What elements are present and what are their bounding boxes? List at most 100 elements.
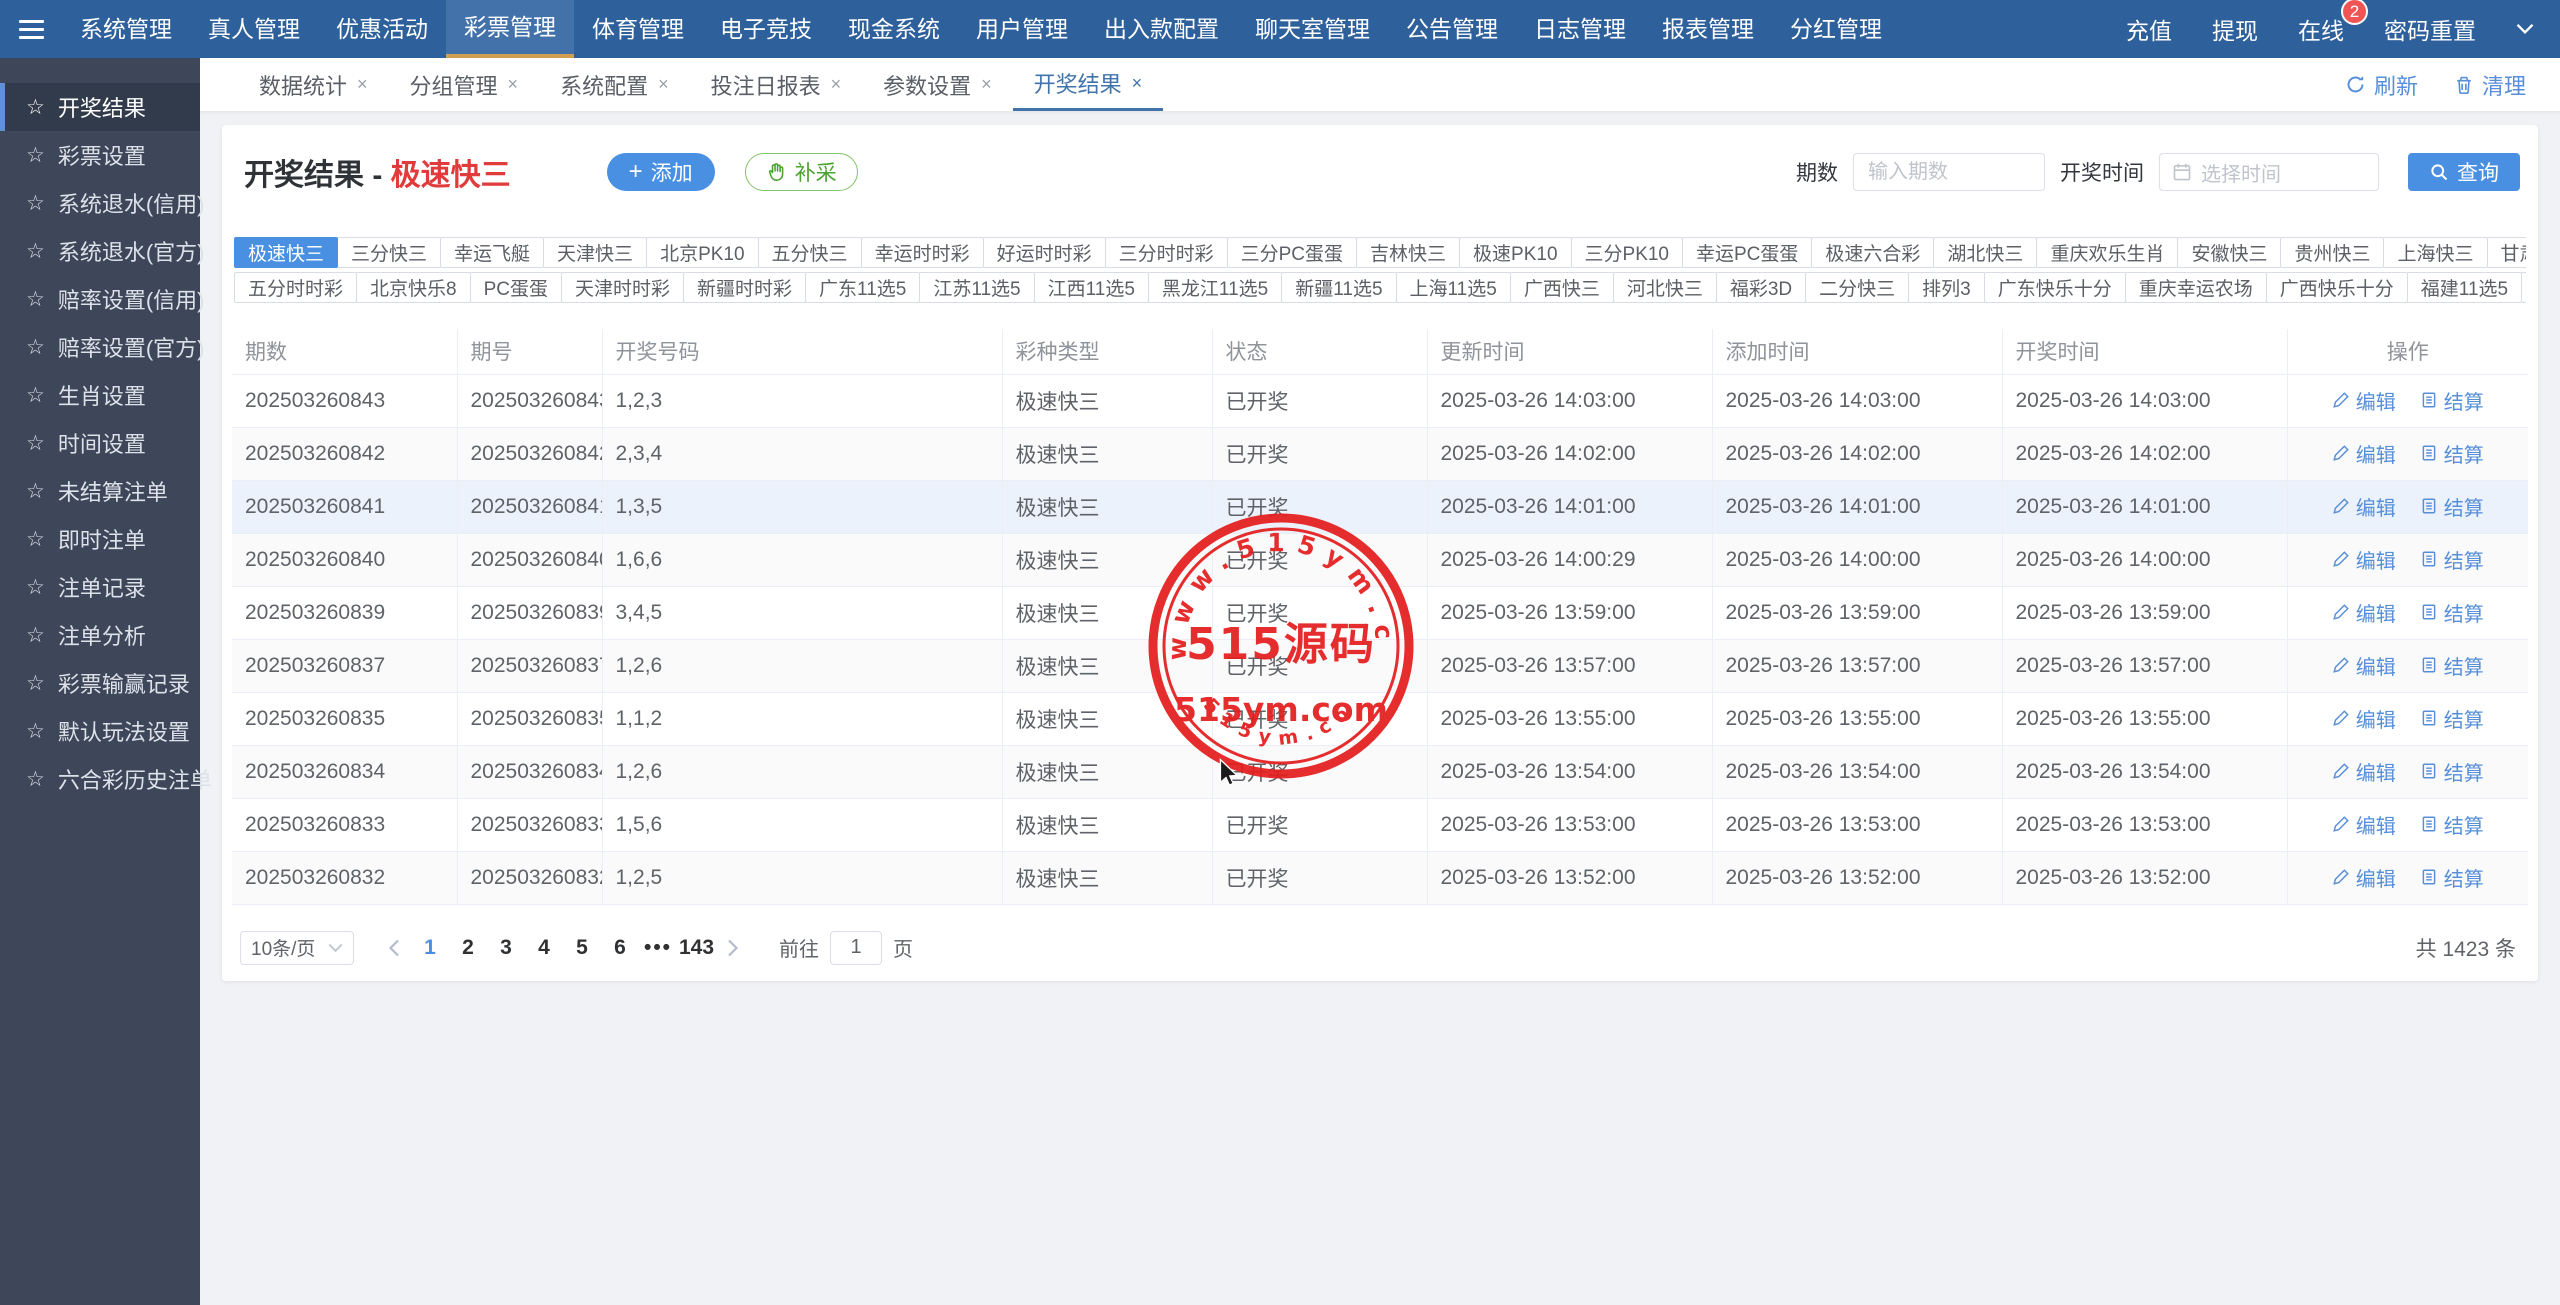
chevron-down-icon[interactable] [2516,23,2534,35]
lottery-type-2-11[interactable]: 广西快三 [1509,272,1614,303]
lottery-type-2-9[interactable]: 新疆11选5 [1281,272,1397,303]
tab-5[interactable]: 开奖结果 × [1012,58,1164,111]
page-number-2[interactable]: 2 [451,936,485,960]
sidebar-item-9[interactable]: ☆ 即时注单 [0,515,200,563]
edit-button[interactable]: 编辑 [2332,545,2396,574]
settle-button[interactable]: 结算 [2420,439,2484,468]
topnav-item-7[interactable]: 用户管理 [958,0,1086,58]
lottery-type-1-15[interactable]: 湖北快三 [1933,237,2038,268]
period-input[interactable] [1853,153,2045,191]
lottery-type-2-20[interactable]: 幸运六合彩 [2521,272,2526,303]
edit-button[interactable]: 编辑 [2332,439,2396,468]
page-number-1[interactable]: 1 [413,936,447,960]
topnav-item-0[interactable]: 系统管理 [62,0,190,58]
lottery-type-2-18[interactable]: 广西快乐十分 [2265,272,2408,303]
lottery-type-1-10[interactable]: 吉林快三 [1356,237,1461,268]
lottery-type-2-19[interactable]: 福建11选5 [2406,272,2523,303]
page-number-5[interactable]: 5 [565,936,599,960]
topnav-item-8[interactable]: 出入款配置 [1086,0,1237,58]
settle-button[interactable]: 结算 [2420,545,2484,574]
tab-close-icon[interactable]: × [357,74,368,95]
topnav-item-6[interactable]: 现金系统 [830,0,958,58]
settle-button[interactable]: 结算 [2420,386,2484,415]
page-number-6[interactable]: 6 [603,936,637,960]
edit-button[interactable]: 编辑 [2332,386,2396,415]
prev-page-button[interactable] [376,939,411,957]
supplement-collect-button[interactable]: 补采 [744,153,858,191]
lottery-type-1-4[interactable]: 北京PK10 [646,237,759,268]
tab-0[interactable]: 数据统计 × [238,58,389,111]
lottery-type-2-3[interactable]: 天津时时彩 [561,272,685,303]
lottery-type-1-11[interactable]: 极速PK10 [1459,237,1572,268]
settle-button[interactable]: 结算 [2420,598,2484,627]
lottery-type-2-13[interactable]: 福彩3D [1715,272,1807,303]
add-button[interactable]: + 添加 [606,153,715,191]
lottery-type-2-2[interactable]: PC蛋蛋 [469,272,562,303]
edit-button[interactable]: 编辑 [2332,598,2396,627]
edit-button[interactable]: 编辑 [2332,492,2396,521]
sidebar-item-11[interactable]: ☆ 注单分析 [0,611,200,659]
sidebar-item-4[interactable]: ☆ 赔率设置(信用) [0,275,204,323]
lottery-type-1-9[interactable]: 三分PC蛋蛋 [1226,237,1358,268]
topnav-item-3[interactable]: 彩票管理 [446,0,574,58]
lottery-type-1-5[interactable]: 五分快三 [757,237,862,268]
edit-button[interactable]: 编辑 [2332,651,2396,680]
lottery-type-2-6[interactable]: 江苏11选5 [919,272,1035,303]
topnav-item-4[interactable]: 体育管理 [574,0,702,58]
lottery-type-2-15[interactable]: 排列3 [1908,272,1985,303]
hamburger-menu-icon[interactable] [0,0,62,58]
lottery-type-2-4[interactable]: 新疆时时彩 [683,272,807,303]
query-button[interactable]: 查询 [2408,153,2520,191]
settle-button[interactable]: 结算 [2420,757,2484,786]
lottery-type-1-3[interactable]: 天津快三 [543,237,648,268]
sidebar-item-7[interactable]: ☆ 时间设置 [0,419,200,467]
lottery-type-2-7[interactable]: 江西11选5 [1033,272,1149,303]
edit-button[interactable]: 编辑 [2332,863,2396,892]
sidebar-item-2[interactable]: ☆ 系统退水(信用) [0,179,204,227]
sidebar-item-13[interactable]: ☆ 默认玩法设置 [0,707,200,755]
sidebar-item-3[interactable]: ☆ 系统退水(官方) [0,227,204,275]
tab-close-icon[interactable]: × [981,74,992,95]
topnav-item-10[interactable]: 公告管理 [1388,0,1516,58]
page-size-select[interactable]: 10条/页 [240,930,354,965]
lottery-type-1-16[interactable]: 重庆欢乐生肖 [2036,237,2179,268]
tab-close-icon[interactable]: × [1132,73,1143,94]
page-number-4[interactable]: 4 [527,936,561,960]
edit-button[interactable]: 编辑 [2332,757,2396,786]
edit-button[interactable]: 编辑 [2332,810,2396,839]
page-number-143[interactable]: 143 [679,936,714,960]
tab-close-icon[interactable]: × [831,74,842,95]
lottery-type-2-17[interactable]: 重庆幸运农场 [2124,272,2267,303]
sidebar-item-6[interactable]: ☆ 生肖设置 [0,371,200,419]
lottery-type-2-5[interactable]: 广东11选5 [805,272,921,303]
topnav-item-12[interactable]: 报表管理 [1644,0,1772,58]
lottery-type-2-12[interactable]: 河北快三 [1612,272,1717,303]
topbar-withdraw[interactable]: 提现 [2212,12,2258,46]
lottery-type-1-12[interactable]: 三分PK10 [1570,237,1683,268]
lottery-type-2-0[interactable]: 五分时时彩 [234,272,358,303]
lottery-type-1-20[interactable]: 甘肃快三 [2486,237,2526,268]
tab-2[interactable]: 系统配置 × [539,58,690,111]
clear-button[interactable]: 清理 [2454,69,2526,101]
topnav-item-1[interactable]: 真人管理 [190,0,318,58]
lottery-type-1-13[interactable]: 幸运PC蛋蛋 [1682,237,1813,268]
lottery-type-1-0[interactable]: 极速快三 [234,237,339,268]
refresh-button[interactable]: 刷新 [2345,69,2418,101]
settle-button[interactable]: 结算 [2420,651,2484,680]
page-number-3[interactable]: 3 [489,936,523,960]
sidebar-item-1[interactable]: ☆ 彩票设置 [0,131,200,179]
goto-page-input[interactable] [830,930,883,965]
topnav-item-2[interactable]: 优惠活动 [318,0,446,58]
sidebar-item-14[interactable]: ☆ 六合彩历史注单 [0,755,212,803]
draw-time-input[interactable]: 选择时间 [2159,153,2379,191]
settle-button[interactable]: 结算 [2420,863,2484,892]
lottery-type-1-18[interactable]: 贵州快三 [2280,237,2385,268]
topbar-recharge[interactable]: 充值 [2126,12,2172,46]
lottery-type-1-14[interactable]: 极速六合彩 [1811,237,1935,268]
lottery-type-2-16[interactable]: 广东快乐十分 [1983,272,2126,303]
tab-3[interactable]: 投注日报表 × [690,58,863,111]
next-page-button[interactable] [716,939,751,957]
tab-close-icon[interactable]: × [658,74,669,95]
lottery-type-1-8[interactable]: 三分时时彩 [1104,237,1228,268]
topnav-item-9[interactable]: 聊天室管理 [1237,0,1388,58]
